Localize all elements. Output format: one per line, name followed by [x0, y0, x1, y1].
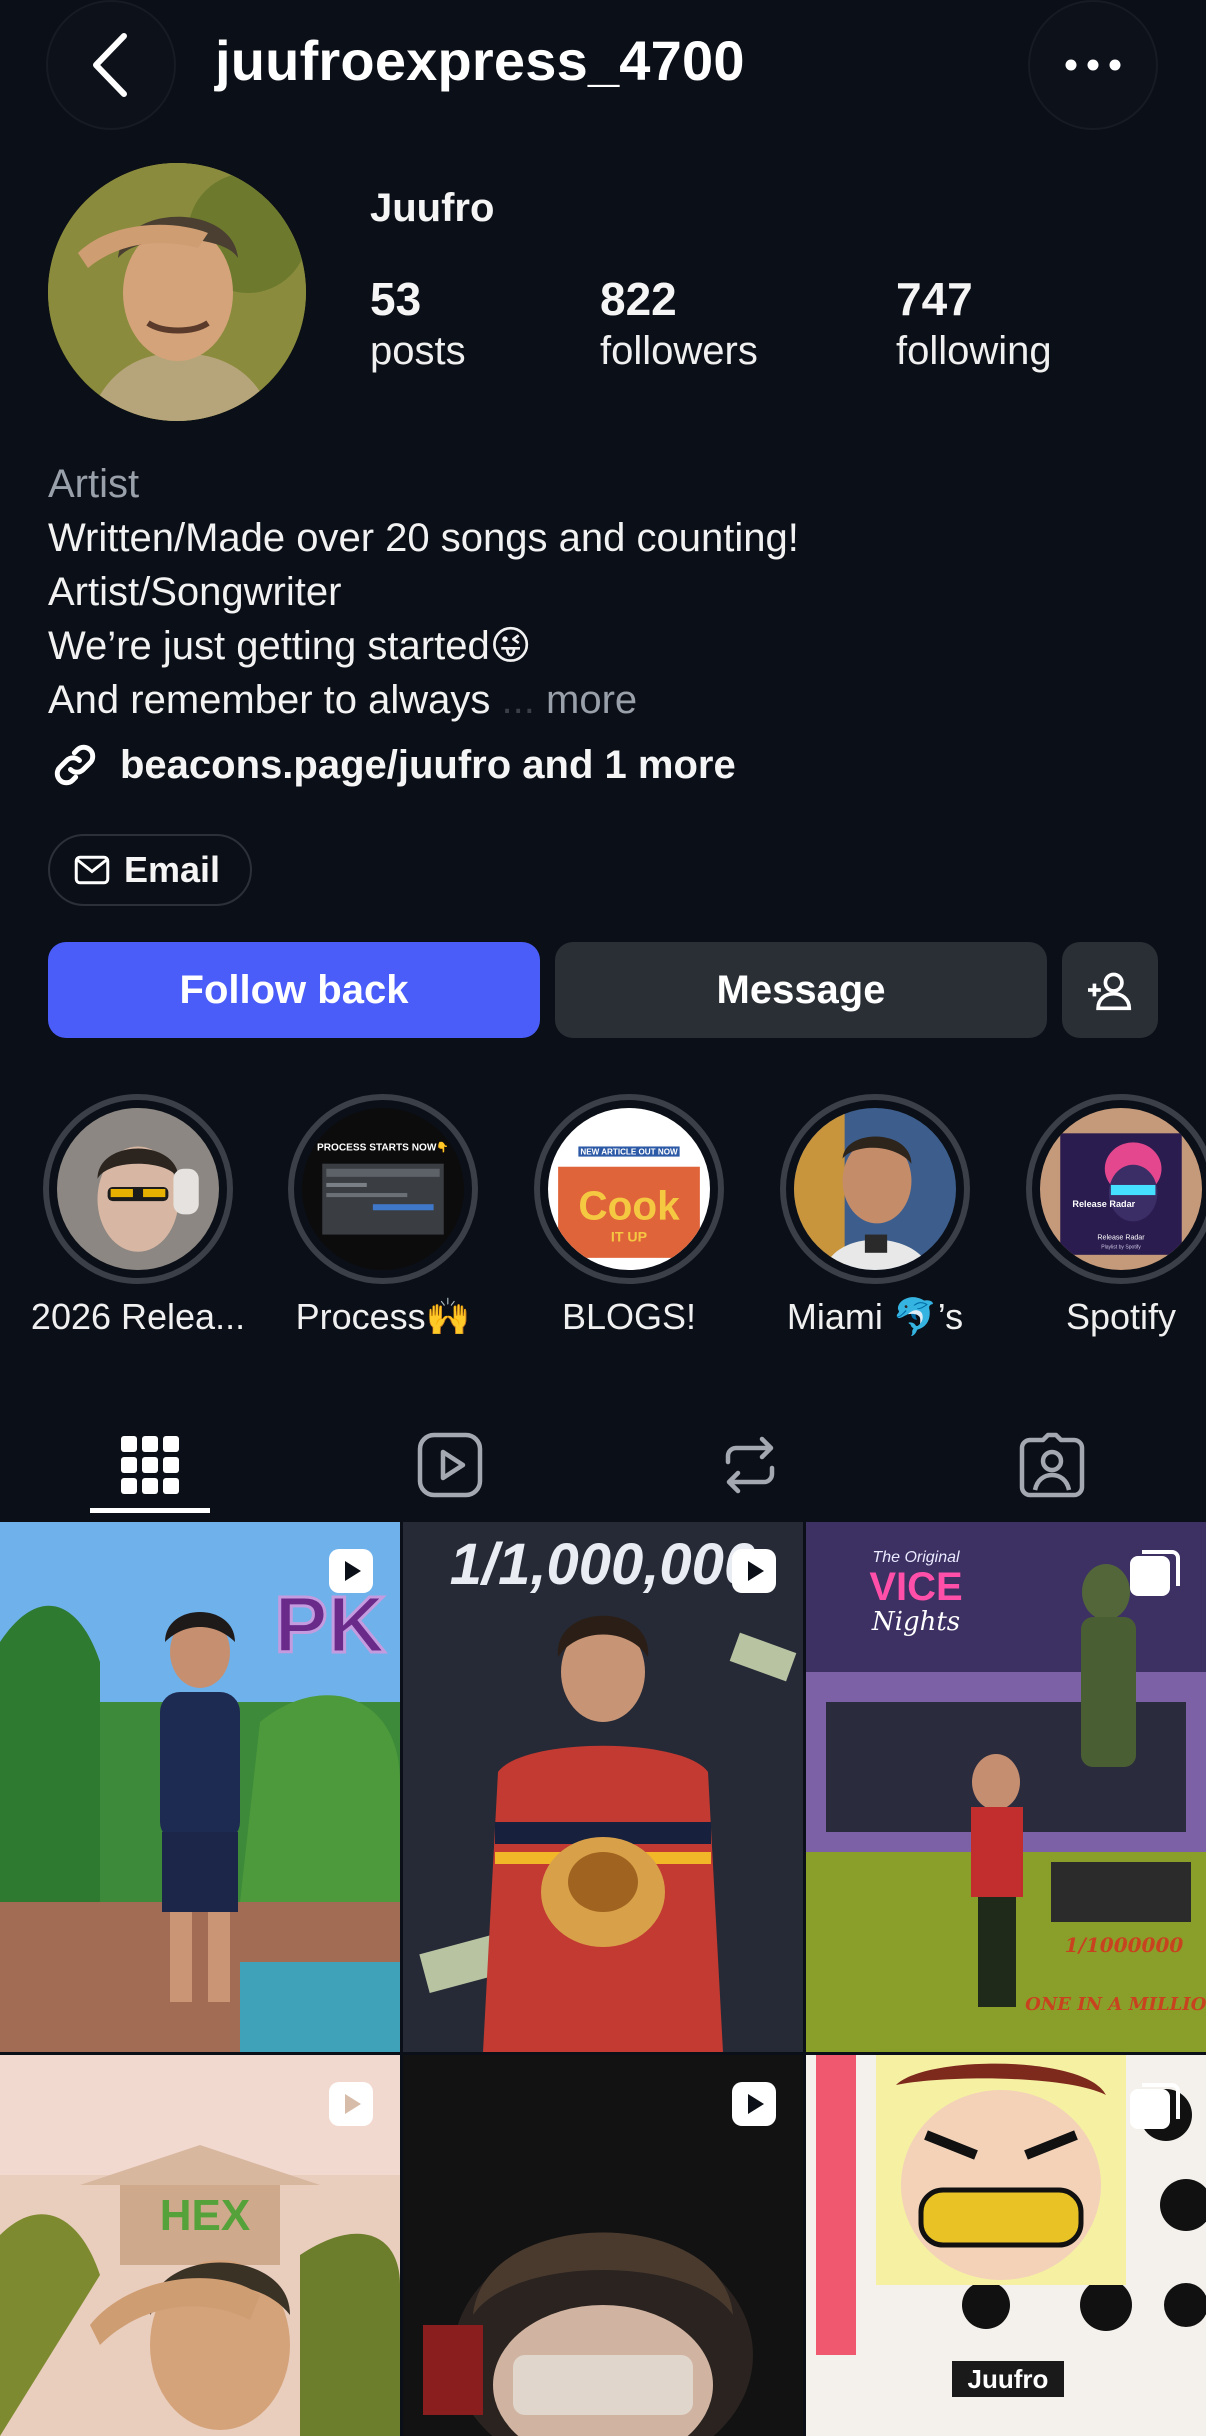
highlight-cover: PROCESS STARTS NOW👇	[302, 1108, 464, 1270]
highlight-cover	[794, 1108, 956, 1270]
highlight-process[interactable]: PROCESS STARTS NOW👇 Process🙌	[288, 1094, 478, 1337]
post-overlay-text: ONE IN A MILLION	[1025, 1994, 1206, 2015]
highlight-cover-text: PROCESS STARTS NOW👇	[317, 1142, 449, 1154]
grid-post[interactable]: Juufro	[806, 2055, 1206, 2436]
reel-badge-icon	[732, 2082, 776, 2126]
tagged-icon	[1019, 1432, 1085, 1498]
chevron-left-icon	[93, 33, 127, 97]
post-overlay-text: VICE	[869, 1565, 962, 1609]
profile-avatar[interactable]	[48, 163, 306, 421]
highlight-miami[interactable]: Miami 🐬’s	[780, 1094, 970, 1337]
bio-line: Artist/Songwriter	[48, 570, 342, 614]
highlight-label: Process🙌	[295, 1296, 471, 1337]
followers-stat[interactable]: 822 followers	[600, 272, 758, 376]
follow-back-label: Follow back	[179, 967, 409, 1012]
mail-icon	[74, 855, 110, 885]
profile-category: Artist	[48, 462, 140, 506]
link-text: beacons.page/juufro and 1 more	[120, 742, 736, 787]
link-icon	[54, 744, 96, 786]
post-thumbnail: 1/1,000,000	[403, 1522, 803, 2052]
highlight-label: 2026 Relea...	[30, 1296, 246, 1337]
highlight-spotify[interactable]: Release Radar Release Radar Playlist by …	[1026, 1094, 1206, 1337]
highlight-blogs[interactable]: NEW ARTICLE OUT NOW Cook IT UP BLOGS!	[534, 1094, 724, 1337]
grid-post[interactable]: The Original VICE Nights 1/1000000 ONE I…	[806, 1522, 1206, 2052]
post-thumbnail: PK	[0, 1522, 400, 2052]
avatar-photo	[48, 163, 306, 421]
posts-count: 53	[370, 273, 422, 325]
bio-last-line: And remember to always ... more	[48, 673, 637, 727]
post-overlay-text: 1/1000000	[1065, 1933, 1184, 1957]
highlight-cover-text: Release Radar	[1097, 1234, 1145, 1242]
tab-reposts[interactable]	[675, 1410, 825, 1520]
post-overlay-text: Nights	[871, 1607, 960, 1637]
bio-link[interactable]: beacons.page/juufro and 1 more	[48, 738, 736, 792]
followers-label: followers	[600, 329, 758, 373]
post-overlay-text: The Original	[872, 1549, 960, 1566]
post-watermark: Juufro	[968, 2364, 1049, 2394]
posts-stat[interactable]: 53 posts	[370, 272, 466, 376]
following-stat[interactable]: 747 following	[896, 272, 1052, 376]
display-name: Juufro	[370, 186, 495, 230]
followers-count: 822	[600, 273, 677, 325]
reposts-icon	[725, 1436, 775, 1494]
highlight-releases[interactable]: 2026 Relea...	[31, 1094, 245, 1337]
email-label: Email	[124, 849, 221, 890]
reel-badge-icon	[732, 1549, 776, 1593]
post-thumbnail: The Original VICE Nights 1/1000000 ONE I…	[806, 1522, 1206, 2052]
more-options-button[interactable]	[1028, 0, 1158, 130]
tab-reels[interactable]	[375, 1410, 525, 1520]
ellipsis-icon	[1065, 59, 1121, 71]
highlight-cover-text: Release Radar	[1072, 1199, 1135, 1209]
reel-badge-icon	[329, 1549, 373, 1593]
message-label: Message	[716, 967, 886, 1012]
grid-post[interactable]	[403, 2055, 803, 2436]
following-count: 747	[896, 273, 973, 325]
following-label: following	[896, 329, 1052, 373]
suggested-users-button[interactable]	[1062, 942, 1158, 1038]
follow-back-button[interactable]: Follow back	[48, 942, 540, 1038]
post-overlay-text: HEX	[160, 2191, 250, 2240]
message-button[interactable]: Message	[555, 942, 1047, 1038]
bio-line: We’re just getting started😜	[48, 624, 532, 668]
bio-more-link[interactable]: more	[546, 678, 637, 722]
email-button[interactable]: Email	[48, 834, 253, 906]
bio-line: Written/Made over 20 songs and counting!	[48, 516, 799, 560]
carousel-badge-icon	[1130, 2083, 1180, 2129]
post-overlay-text: 1/1,000,000	[450, 1532, 756, 1597]
highlight-label: Spotify	[1065, 1296, 1177, 1337]
grid-post[interactable]: HEX	[0, 2055, 400, 2436]
tab-tagged[interactable]	[977, 1410, 1127, 1520]
bio-line: And remember to always	[48, 678, 491, 722]
reel-badge-icon	[329, 2082, 373, 2126]
grid-post[interactable]: 1/1,000,000	[403, 1522, 803, 2052]
grid-icon	[121, 1436, 179, 1494]
add-person-icon	[1088, 972, 1132, 1011]
posts-label: posts	[370, 329, 466, 373]
highlight-cover-text: Playlist by Spotify	[1101, 1245, 1141, 1251]
highlight-cover-text: IT UP	[611, 1230, 647, 1246]
active-tab-indicator	[90, 1508, 210, 1513]
tab-posts[interactable]	[75, 1410, 225, 1520]
back-button[interactable]	[46, 0, 176, 130]
carousel-badge-icon	[1130, 1550, 1180, 1596]
highlight-cover: NEW ARTICLE OUT NOW Cook IT UP	[548, 1108, 710, 1270]
reels-icon	[417, 1432, 483, 1498]
highlight-cover-text: Cook	[578, 1182, 680, 1228]
grid-post[interactable]: PK	[0, 1522, 400, 2052]
bio-ellipsis: ...	[501, 678, 535, 722]
highlight-cover-text: NEW ARTICLE OUT NOW	[580, 1148, 678, 1157]
highlight-label: Miami 🐬’s	[786, 1296, 964, 1337]
highlight-label: BLOGS!	[561, 1296, 697, 1337]
highlight-cover	[57, 1108, 219, 1270]
highlight-cover: Release Radar Release Radar Playlist by …	[1040, 1108, 1202, 1270]
profile-username: juufroexpress_4700	[215, 29, 745, 92]
